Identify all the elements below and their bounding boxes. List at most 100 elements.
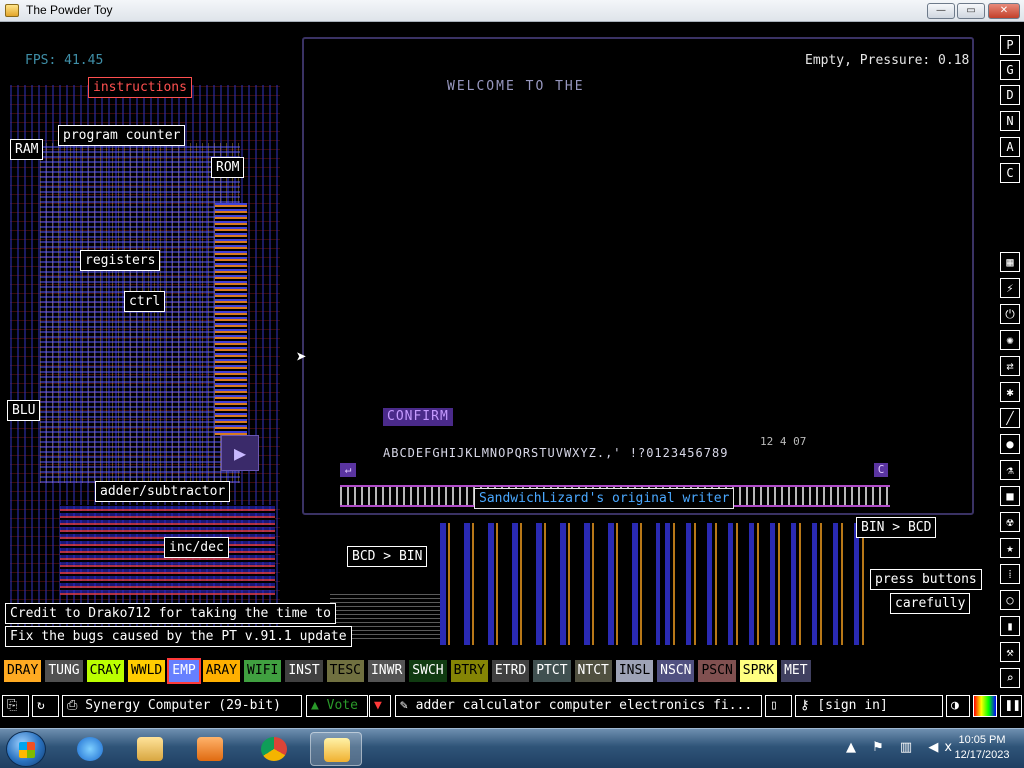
play-icon[interactable]: ▶: [221, 435, 259, 471]
welcome-text: WELCOME TO THE: [447, 79, 585, 94]
game-canvas[interactable]: FPS: 41.45 Empty, Pressure: 0.18 WELCOME…: [0, 23, 1024, 727]
gravity-button[interactable]: G: [1000, 60, 1020, 80]
open-save-icon[interactable]: ⎘: [2, 695, 29, 717]
save-title-button[interactable]: ⎙ Synergy Computer (29-bit): [62, 695, 302, 717]
power-icon[interactable]: ⏻: [1000, 304, 1020, 324]
keyboard-characters[interactable]: ABCDEFGHIJKLMNOPQRSTUVWXYZ.,' !?01234567…: [383, 446, 728, 460]
element-swch[interactable]: SWCH: [409, 660, 447, 682]
pressure-readout: Empty, Pressure: 0.18: [805, 53, 970, 68]
element-etrd[interactable]: ETRD: [491, 660, 530, 682]
tag-icon: ✎: [400, 698, 416, 713]
star-icon[interactable]: ★: [1000, 538, 1020, 558]
element-nscn[interactable]: NSCN: [657, 660, 695, 682]
element-insl[interactable]: INSL: [615, 660, 654, 682]
maximize-button[interactable]: ▭: [957, 3, 985, 19]
decorations-button[interactable]: D: [1000, 85, 1020, 105]
drop-icon[interactable]: ●: [1000, 434, 1020, 454]
element-inst[interactable]: INST: [285, 660, 323, 682]
element-tesc[interactable]: TESC: [326, 660, 364, 682]
reload-icon[interactable]: ↻: [32, 695, 59, 717]
label-bin-to-bcd: BIN > BCD: [856, 517, 937, 538]
label-registers: registers: [80, 250, 161, 271]
powder-toy-icon[interactable]: [310, 732, 362, 766]
element-bar: DRAY TUNG CRAY WWLD EMP ARAY WIFI INST TESC INWR S…: [4, 658, 811, 684]
minimize-button[interactable]: —: [927, 3, 955, 19]
save-file-icon: ⎙: [67, 698, 86, 713]
label-credit-line2: Fix the bugs caused by the PT v.91.1 upd…: [5, 626, 352, 647]
circuit-register-block: [40, 143, 240, 483]
internet-explorer-icon[interactable]: [64, 732, 116, 766]
pause-icon[interactable]: ❚❚: [1000, 695, 1022, 717]
element-aray[interactable]: ARAY: [202, 660, 241, 682]
renderer-icon[interactable]: [973, 695, 997, 717]
circuit-bin-bcd-block: [665, 523, 875, 645]
pen-icon[interactable]: ╱: [1000, 408, 1020, 428]
tool-icon[interactable]: ⚒: [1000, 642, 1020, 662]
explosion-icon[interactable]: ✺: [1000, 330, 1020, 350]
element-inwr[interactable]: INWR: [367, 660, 406, 682]
clock[interactable]: 10:05 PM 12/17/2023: [944, 733, 1020, 763]
properties-button[interactable]: P: [1000, 35, 1020, 55]
display-screen: [302, 37, 974, 515]
square-icon[interactable]: ■: [1000, 486, 1020, 506]
element-btry[interactable]: BTRY: [450, 660, 488, 682]
mouse-cursor-icon: ➤: [296, 347, 307, 368]
label-rom: ROM: [211, 157, 245, 178]
ambient-heat-button[interactable]: A: [1000, 137, 1020, 157]
element-sprk[interactable]: SPRK: [739, 660, 778, 682]
new-simulation-icon[interactable]: ▯: [765, 695, 792, 717]
vote-up-button[interactable]: ▲ Vote: [306, 695, 368, 717]
element-wifi[interactable]: WIFI: [244, 660, 282, 682]
console-button[interactable]: C: [1000, 163, 1020, 183]
flask-icon[interactable]: ⚗: [1000, 460, 1020, 480]
spray-icon[interactable]: ✱: [1000, 382, 1020, 402]
element-emp[interactable]: EMP: [167, 658, 201, 684]
plug-icon[interactable]: ⚡: [1000, 278, 1020, 298]
element-ntct[interactable]: NTCT: [574, 660, 612, 682]
enter-key[interactable]: ↵: [340, 463, 356, 477]
label-program-counter: program counter: [58, 125, 186, 146]
bookmark-icon[interactable]: ▮: [1000, 616, 1020, 636]
label-alu: BLU: [7, 400, 41, 421]
window-title: The Powder Toy: [26, 3, 113, 17]
element-pscn[interactable]: PSCN: [698, 660, 736, 682]
file-explorer-icon[interactable]: [124, 732, 176, 766]
element-wwld[interactable]: WWLD: [127, 660, 166, 682]
tags-button[interactable]: ✎ adder calculator computer electronics …: [395, 695, 762, 717]
element-ptct[interactable]: PTCT: [533, 660, 571, 682]
element-dray[interactable]: DRAY: [4, 660, 42, 682]
label-press-buttons: press buttons: [870, 569, 982, 590]
clock-date: 12/17/2023: [954, 749, 1010, 761]
label-ctrl: ctrl: [124, 291, 166, 312]
newtonian-gravity-button[interactable]: N: [1000, 111, 1020, 131]
key-icon: ⚷: [800, 698, 818, 713]
arrows-icon[interactable]: ⇄: [1000, 356, 1020, 376]
system-tray-icons[interactable]: ▲ ⚑ ▥ ◀x: [846, 740, 958, 755]
sign-in-button[interactable]: ⚷ [sign in]: [795, 695, 943, 717]
label-bcd-to-bin: BCD > BIN: [347, 546, 428, 567]
bulb-icon[interactable]: ○: [1000, 590, 1020, 610]
bottom-bar: ⎘ ↻ ⎙ Synergy Computer (29-bit) ▲ Vote ▼…: [0, 695, 1024, 717]
label-writer: SandwichLizard's original writer: [474, 488, 735, 509]
search-icon[interactable]: ⌕: [1000, 668, 1020, 688]
close-button[interactable]: ✕: [988, 3, 1020, 19]
confirm-button[interactable]: CONFIRM: [383, 408, 453, 426]
clear-key[interactable]: C: [874, 463, 888, 477]
sign-in-label: [sign in]: [817, 698, 888, 713]
taskbar: ▲ ⚑ ▥ ◀x 10:05 PM 12/17/2023: [0, 728, 1024, 768]
chrome-icon[interactable]: [248, 732, 300, 766]
element-cray[interactable]: CRAY: [86, 660, 124, 682]
element-tung[interactable]: TUNG: [45, 660, 83, 682]
save-title: Synergy Computer (29-bit): [85, 698, 281, 713]
grid-icon[interactable]: ▦: [1000, 252, 1020, 272]
radiation-icon[interactable]: ☢: [1000, 512, 1020, 532]
vote-down-button[interactable]: ▼: [369, 695, 391, 717]
start-button[interactable]: [6, 731, 46, 767]
vote-label: Vote: [326, 698, 358, 713]
dots-icon[interactable]: ⁞: [1000, 564, 1020, 584]
windows-logo-icon: [19, 742, 35, 758]
settings-icon[interactable]: ◑: [946, 695, 970, 717]
media-player-icon[interactable]: [184, 732, 236, 766]
circuit-bcd-bin-block: [440, 523, 660, 645]
element-met[interactable]: MET: [781, 660, 811, 682]
